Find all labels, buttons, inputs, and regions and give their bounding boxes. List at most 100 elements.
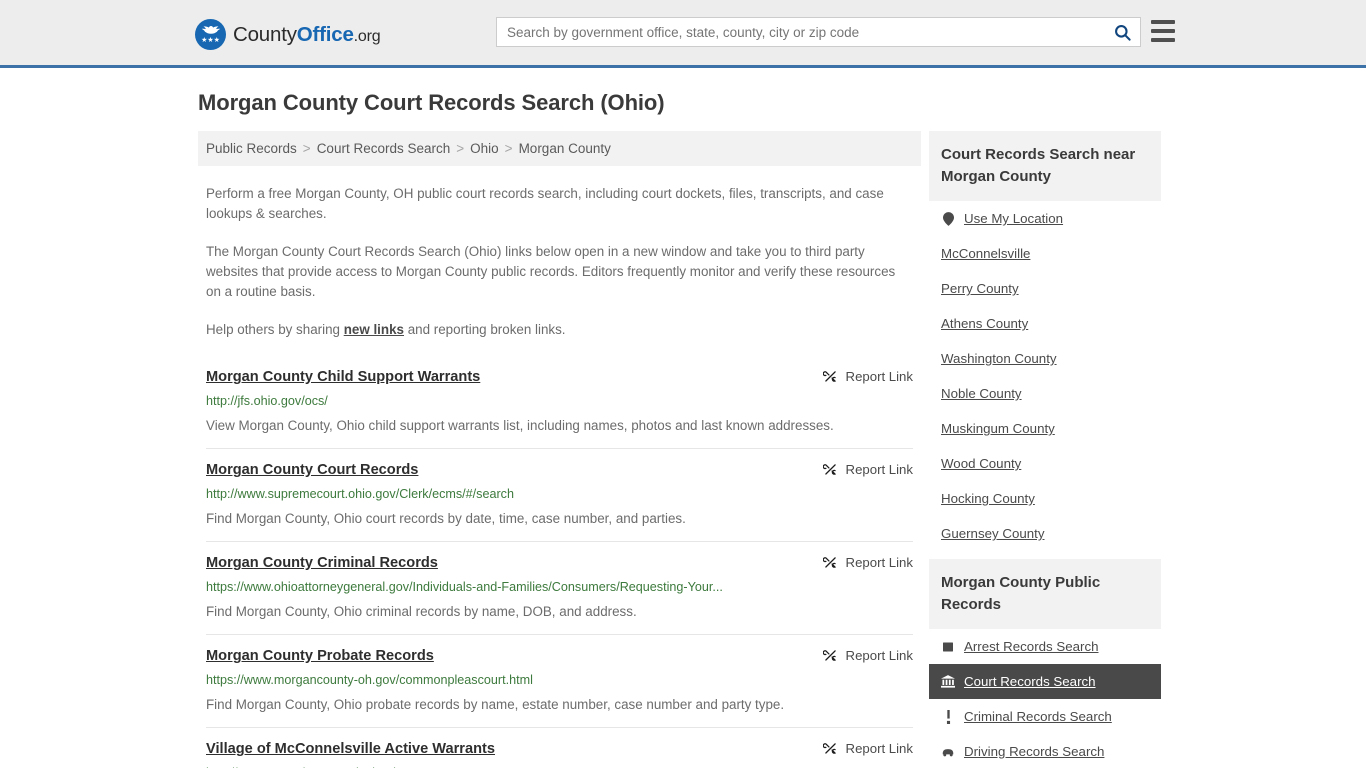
logo-wordmark: CountyOffice.org	[233, 22, 381, 47]
sidebar-item-washington-county[interactable]: Washington County	[929, 341, 1161, 376]
intro-paragraph-2: The Morgan County Court Records Search (…	[206, 244, 896, 299]
result-description: Find Morgan County, Ohio probate records…	[206, 697, 785, 712]
car-icon	[941, 745, 955, 759]
sidebar-item-label: Use My Location	[964, 211, 1064, 226]
result-description: Find Morgan County, Ohio criminal record…	[206, 604, 637, 619]
report-link-button[interactable]: Report Link	[822, 554, 913, 570]
breadcrumb-separator: >	[456, 141, 465, 156]
sidebar-item-label: Wood County	[941, 456, 1022, 471]
sidebar-item-label: Driving Records Search	[964, 744, 1105, 759]
sidebar-item-label: Athens County	[941, 316, 1029, 331]
broken-link-icon	[822, 650, 836, 661]
sidebar-item-label: Court Records Search	[964, 674, 1096, 689]
result-item: Morgan County Court Records Report Link …	[206, 448, 913, 541]
exclamation-icon	[941, 709, 955, 724]
sidebar-item-use-my-location[interactable]: Use My Location	[929, 201, 1161, 236]
page-body: Morgan County Court Records Search (Ohio…	[0, 90, 1366, 768]
sidebar-item-hocking-county[interactable]: Hocking County	[929, 481, 1161, 516]
intro-paragraph-1: Perform a free Morgan County, OH public …	[206, 186, 884, 221]
result-description: Find Morgan County, Ohio court records b…	[206, 511, 686, 526]
bank-building-icon	[941, 675, 955, 689]
result-description: View Morgan County, Ohio child support w…	[206, 418, 834, 433]
intro-paragraph-3: Help others by sharing new links and rep…	[206, 320, 913, 340]
nearby-searches-heading: Court Records Search near Morgan County	[929, 131, 1161, 201]
report-link-button[interactable]: Report Link	[822, 461, 913, 477]
search-bar[interactable]	[496, 17, 1141, 47]
result-url: https://www.ohioattorneygeneral.gov/Indi…	[206, 580, 723, 594]
result-title-link[interactable]: Morgan County Criminal Records	[206, 554, 438, 572]
map-pin-glyph	[942, 211, 954, 226]
result-title-link[interactable]: Morgan County Court Records	[206, 461, 418, 479]
broken-link-icon	[822, 557, 836, 568]
sidebar-item-driving-records-search[interactable]: Driving Records Search	[929, 734, 1161, 768]
sidebar-item-arrest-records-search[interactable]: Arrest Records Search	[929, 629, 1161, 664]
report-link-button[interactable]: Report Link	[822, 368, 913, 384]
breadcrumb-item-3: Morgan County	[518, 141, 611, 156]
result-title-link[interactable]: Morgan County Child Support Warrants	[206, 368, 480, 386]
sidebar-item-label: Perry County	[941, 281, 1019, 296]
sidebar-item-perry-county[interactable]: Perry County	[929, 271, 1161, 306]
logo-text-office: Office	[296, 22, 354, 46]
bank-building-glyph	[941, 675, 955, 688]
result-item: Morgan County Probate Records Report Lin…	[206, 634, 913, 727]
result-url: http://www.supremecourt.ohio.gov/Clerk/e…	[206, 487, 514, 501]
report-link-button[interactable]: Report Link	[822, 647, 913, 663]
search-input[interactable]	[497, 18, 1104, 46]
report-link-label: Report Link	[845, 369, 913, 384]
map-pin-icon	[941, 211, 955, 226]
breadcrumb-item-2[interactable]: Ohio	[470, 141, 499, 156]
report-link-button[interactable]: Report Link	[822, 740, 913, 756]
result-header: Village of McConnelsville Active Warrant…	[206, 740, 913, 758]
nearby-searches-box: Court Records Search near Morgan County …	[929, 131, 1161, 551]
sidebar-item-label: Arrest Records Search	[964, 639, 1099, 654]
result-item: Morgan County Criminal Records Report Li…	[206, 541, 913, 634]
site-header: ★★★ CountyOffice.org	[0, 0, 1366, 68]
result-header: Morgan County Criminal Records Report Li…	[206, 554, 913, 572]
sidebar-item-label: Noble County	[941, 386, 1022, 401]
result-header: Morgan County Probate Records Report Lin…	[206, 647, 913, 665]
sidebar-item-athens-county[interactable]: Athens County	[929, 306, 1161, 341]
public-records-heading: Morgan County Public Records	[929, 559, 1161, 629]
breadcrumb-separator: >	[504, 141, 513, 156]
sidebar-item-label: Washington County	[941, 351, 1057, 366]
sidebar-item-criminal-records-search[interactable]: Criminal Records Search	[929, 699, 1161, 734]
sidebar-item-muskingum-county[interactable]: Muskingum County	[929, 411, 1161, 446]
result-list: Morgan County Child Support Warrants Rep…	[198, 356, 921, 768]
sidebar-item-mcconnelsville[interactable]: McConnelsville	[929, 236, 1161, 271]
sidebar-item-court-records-search[interactable]: Court Records Search	[929, 664, 1161, 699]
result-title-link[interactable]: Morgan County Probate Records	[206, 647, 434, 665]
sidebar-item-noble-county[interactable]: Noble County	[929, 376, 1161, 411]
car-glyph	[942, 748, 954, 756]
public-records-box: Morgan County Public Records Arrest Reco…	[929, 559, 1161, 768]
content-columns: Public Records > Court Records Search > …	[0, 131, 1366, 768]
new-links-link[interactable]: new links	[344, 322, 404, 337]
broken-link-icon	[822, 464, 836, 475]
result-item: Morgan County Child Support Warrants Rep…	[206, 356, 913, 448]
breadcrumb-item-0[interactable]: Public Records	[206, 141, 297, 156]
sidebar-item-label: McConnelsville	[941, 246, 1031, 261]
logo-text-org: .org	[353, 27, 381, 45]
intro-p3-before: Help others by sharing	[206, 322, 344, 337]
public-records-list: Arrest Records Search Court Records Sear…	[929, 629, 1161, 768]
hamburger-bar-1	[1151, 20, 1175, 24]
hamburger-menu-icon[interactable]	[1151, 20, 1175, 42]
search-button[interactable]	[1104, 18, 1140, 46]
result-header: Morgan County Court Records Report Link	[206, 461, 913, 479]
fingerprint-glyph	[943, 642, 953, 651]
breadcrumb-item-1[interactable]: Court Records Search	[317, 141, 451, 156]
exclamation-glyph	[946, 709, 950, 724]
result-url: http://jfs.ohio.gov/ocs/	[206, 394, 328, 408]
fingerprint-icon	[941, 640, 955, 654]
hamburger-bar-2	[1151, 29, 1175, 33]
eagle-seal-icon: ★★★	[195, 19, 226, 50]
result-title-link[interactable]: Village of McConnelsville Active Warrant…	[206, 740, 495, 758]
hamburger-bar-3	[1151, 38, 1175, 42]
sidebar-item-guernsey-county[interactable]: Guernsey County	[929, 516, 1161, 551]
stars-glyph: ★★★	[201, 37, 220, 44]
site-logo[interactable]: ★★★ CountyOffice.org	[195, 19, 381, 50]
sidebar: Court Records Search near Morgan County …	[929, 131, 1161, 768]
nearby-searches-list: Use My Location McConnelsville Perry Cou…	[929, 201, 1161, 551]
sidebar-item-label: Muskingum County	[941, 421, 1055, 436]
sidebar-item-wood-county[interactable]: Wood County	[929, 446, 1161, 481]
main-content: Public Records > Court Records Search > …	[198, 131, 921, 768]
